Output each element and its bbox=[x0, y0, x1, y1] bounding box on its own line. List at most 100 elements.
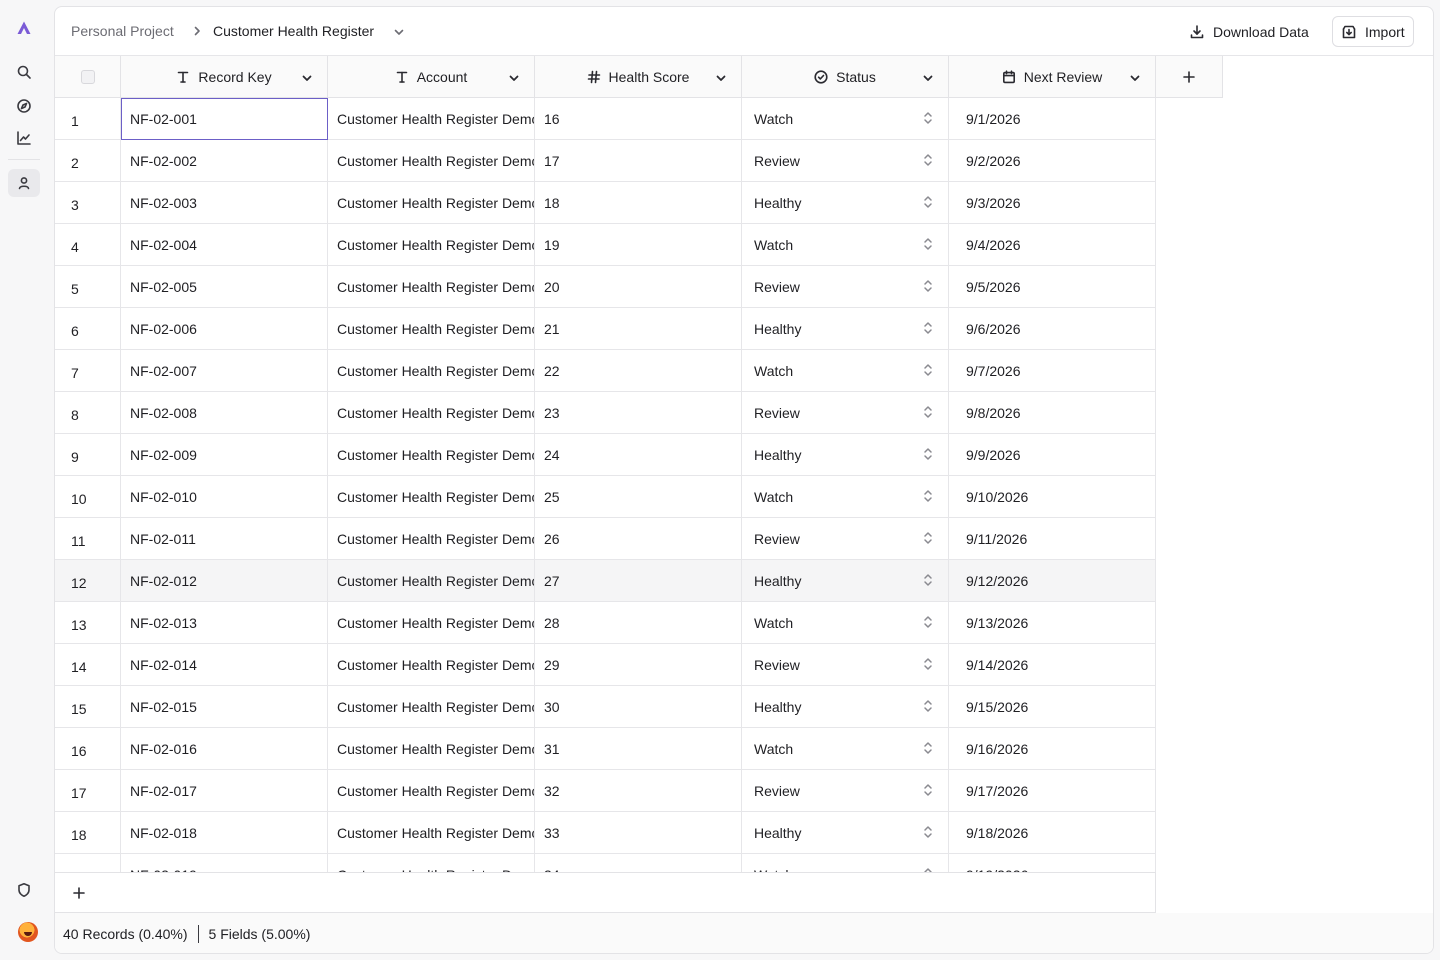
table-row[interactable]: 18 NF-02-018 Customer Health Register Demo… bbox=[55, 812, 1156, 854]
health-score-cell[interactable]: 18 bbox=[535, 182, 742, 224]
health-score-cell[interactable]: 29 bbox=[535, 644, 742, 686]
next-review-cell[interactable]: 9/9/2026 bbox=[949, 434, 1156, 476]
record-key-cell[interactable]: NF-02-017 bbox=[121, 770, 328, 812]
record-key-cell[interactable]: NF-02-011 bbox=[121, 518, 328, 560]
download-data-button[interactable]: Download Data bbox=[1181, 17, 1317, 47]
chevron-down-icon[interactable] bbox=[922, 71, 934, 83]
account-cell[interactable]: Customer Health Register Demo bbox=[328, 854, 535, 872]
account-cell[interactable]: Customer Health Register Demo bbox=[328, 350, 535, 392]
status-cell[interactable]: Healthy bbox=[742, 434, 949, 476]
account-cell[interactable]: Customer Health Register Demo bbox=[328, 602, 535, 644]
next-review-cell[interactable]: 9/17/2026 bbox=[949, 770, 1156, 812]
health-score-cell[interactable]: 31 bbox=[535, 728, 742, 770]
table-row[interactable]: 11 NF-02-011 Customer Health Register Demo… bbox=[55, 518, 1156, 560]
table-row[interactable]: 9 NF-02-009 Customer Health Register Demo 2… bbox=[55, 434, 1156, 476]
table-row[interactable]: 13 NF-02-013 Customer Health Register Demo… bbox=[55, 602, 1156, 644]
record-key-cell[interactable]: NF-02-012 bbox=[121, 560, 328, 602]
table-row[interactable]: 5 NF-02-005 Customer Health Register Demo 2… bbox=[55, 266, 1156, 308]
account-cell[interactable]: Customer Health Register Demo bbox=[328, 812, 535, 854]
next-review-cell[interactable]: 9/6/2026 bbox=[949, 308, 1156, 350]
health-score-cell[interactable]: 22 bbox=[535, 350, 742, 392]
account-cell[interactable]: Customer Health Register Demo bbox=[328, 392, 535, 434]
account-cell[interactable]: Customer Health Register Demo bbox=[328, 476, 535, 518]
account-cell[interactable]: Customer Health Register Demo bbox=[328, 518, 535, 560]
health-score-cell[interactable]: 26 bbox=[535, 518, 742, 560]
status-cell[interactable]: Healthy bbox=[742, 812, 949, 854]
status-cell[interactable]: Review bbox=[742, 644, 949, 686]
row-number[interactable]: 6 bbox=[55, 308, 121, 350]
chevron-up-down-icon[interactable] bbox=[922, 405, 934, 419]
status-cell[interactable]: Healthy bbox=[742, 686, 949, 728]
table-row[interactable]: 1 NF-02-001 Customer Health Register Demo 1… bbox=[55, 98, 1156, 140]
account-cell[interactable]: Customer Health Register Demo bbox=[328, 644, 535, 686]
breadcrumb-current[interactable]: Customer Health Register bbox=[213, 23, 374, 39]
health-score-cell[interactable]: 21 bbox=[535, 308, 742, 350]
row-number[interactable]: 10 bbox=[55, 476, 121, 518]
chevron-up-down-icon[interactable] bbox=[922, 615, 934, 629]
account-cell[interactable]: Customer Health Register Demo bbox=[328, 308, 535, 350]
row-number[interactable]: 17 bbox=[55, 770, 121, 812]
app-logo-icon[interactable] bbox=[8, 14, 40, 42]
row-number[interactable]: 8 bbox=[55, 392, 121, 434]
chevron-up-down-icon[interactable] bbox=[922, 699, 934, 713]
status-cell[interactable]: Watch bbox=[742, 602, 949, 644]
next-review-cell[interactable]: 9/5/2026 bbox=[949, 266, 1156, 308]
account-cell[interactable]: Customer Health Register Demo bbox=[328, 560, 535, 602]
chevron-up-down-icon[interactable] bbox=[922, 195, 934, 209]
status-cell[interactable]: Healthy bbox=[742, 308, 949, 350]
select-all-checkbox[interactable] bbox=[80, 70, 95, 84]
row-number[interactable]: 5 bbox=[55, 266, 121, 308]
next-review-cell[interactable]: 9/12/2026 bbox=[949, 560, 1156, 602]
record-key-cell[interactable]: NF-02-001 bbox=[121, 98, 328, 140]
table-row[interactable]: 10 NF-02-010 Customer Health Register Demo… bbox=[55, 476, 1156, 518]
account-cell[interactable]: Customer Health Register Demo bbox=[328, 266, 535, 308]
add-column-button[interactable] bbox=[1156, 56, 1223, 98]
health-score-cell[interactable]: 24 bbox=[535, 434, 742, 476]
table-row[interactable]: 12 NF-02-012 Customer Health Register Demo… bbox=[55, 560, 1156, 602]
health-score-cell[interactable]: 17 bbox=[535, 140, 742, 182]
row-number[interactable]: 9 bbox=[55, 434, 121, 476]
record-key-cell[interactable]: NF-02-009 bbox=[121, 434, 328, 476]
record-key-cell[interactable]: NF-02-003 bbox=[121, 182, 328, 224]
status-cell[interactable]: Review bbox=[742, 392, 949, 434]
row-number[interactable]: 3 bbox=[55, 182, 121, 224]
row-number[interactable]: 11 bbox=[55, 518, 121, 560]
next-review-cell[interactable]: 9/8/2026 bbox=[949, 392, 1156, 434]
account-cell[interactable]: Customer Health Register Demo bbox=[328, 686, 535, 728]
next-review-cell[interactable]: 9/1/2026 bbox=[949, 98, 1156, 140]
health-score-cell[interactable]: 25 bbox=[535, 476, 742, 518]
record-key-cell[interactable]: NF-02-010 bbox=[121, 476, 328, 518]
import-button[interactable]: Import bbox=[1332, 16, 1414, 47]
row-number[interactable]: 2 bbox=[55, 140, 121, 182]
account-cell[interactable]: Customer Health Register Demo bbox=[328, 770, 535, 812]
chevron-up-down-icon[interactable] bbox=[922, 657, 934, 671]
chevron-up-down-icon[interactable] bbox=[922, 447, 934, 461]
health-score-cell[interactable]: 32 bbox=[535, 770, 742, 812]
row-number[interactable]: 14 bbox=[55, 644, 121, 686]
row-number[interactable]: 16 bbox=[55, 728, 121, 770]
health-score-cell[interactable]: 27 bbox=[535, 560, 742, 602]
column-header-account[interactable]: Account bbox=[328, 56, 535, 98]
status-cell[interactable]: Healthy bbox=[742, 182, 949, 224]
next-review-cell[interactable]: 9/14/2026 bbox=[949, 644, 1156, 686]
next-review-cell[interactable]: 9/2/2026 bbox=[949, 140, 1156, 182]
health-score-cell[interactable]: 16 bbox=[535, 98, 742, 140]
chevron-down-icon[interactable] bbox=[508, 71, 520, 83]
chevron-down-icon[interactable] bbox=[1129, 71, 1141, 83]
record-key-cell[interactable]: NF-02-008 bbox=[121, 392, 328, 434]
compass-icon[interactable] bbox=[8, 92, 40, 120]
chart-line-icon[interactable] bbox=[8, 124, 40, 152]
next-review-cell[interactable]: 9/4/2026 bbox=[949, 224, 1156, 266]
record-key-cell[interactable]: NF-02-013 bbox=[121, 602, 328, 644]
status-cell[interactable]: Review bbox=[742, 266, 949, 308]
chevron-up-down-icon[interactable] bbox=[922, 531, 934, 545]
table-row[interactable]: 8 NF-02-008 Customer Health Register Demo 2… bbox=[55, 392, 1156, 434]
shield-icon[interactable] bbox=[8, 876, 40, 904]
account-cell[interactable]: Customer Health Register Demo bbox=[328, 182, 535, 224]
column-header-status[interactable]: Status bbox=[742, 56, 949, 98]
health-score-cell[interactable]: 33 bbox=[535, 812, 742, 854]
account-cell[interactable]: Customer Health Register Demo bbox=[328, 98, 535, 140]
chevron-up-down-icon[interactable] bbox=[922, 363, 934, 377]
health-score-cell[interactable]: 34 bbox=[535, 854, 742, 872]
status-cell[interactable]: Watch bbox=[742, 476, 949, 518]
